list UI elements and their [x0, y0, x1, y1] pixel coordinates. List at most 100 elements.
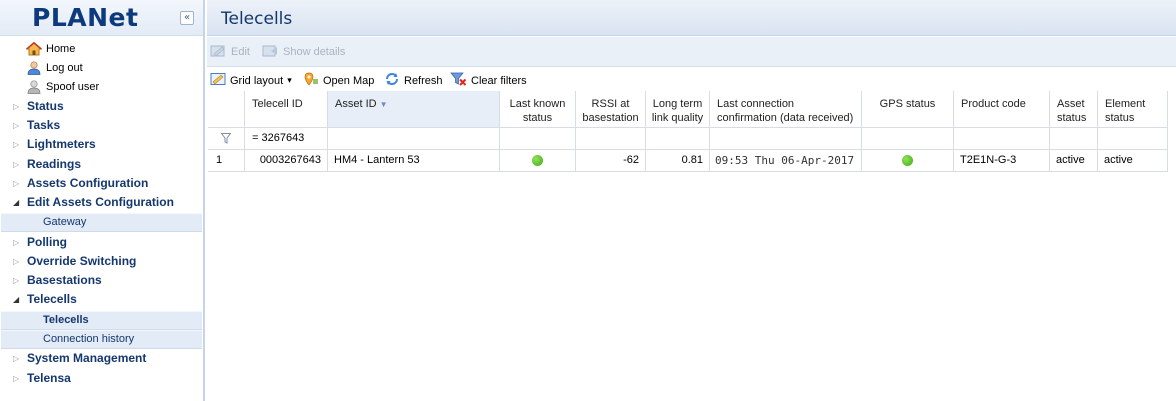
home-link-label: Home [46, 43, 76, 55]
nav-assets-configuration[interactable]: ▷ Assets Configuration [0, 174, 203, 193]
cell-asset-status: active [1050, 150, 1098, 172]
filter-telecell-id[interactable]: = 3267643 [245, 128, 328, 150]
nav-basestations-label: Basestations [27, 273, 102, 287]
cell-gps-status [862, 150, 954, 172]
filter-last-connection[interactable] [710, 128, 862, 150]
gps-ok-icon [902, 154, 913, 166]
nav-status-label: Status [27, 99, 64, 113]
filter-funnel-icon[interactable] [208, 128, 245, 150]
home-icon [25, 41, 43, 56]
nav-edit-assets-configuration[interactable]: ◢ Edit Assets Configuration [0, 193, 203, 212]
nav-basestations[interactable]: ▷ Basestations [0, 271, 203, 290]
refresh-icon [384, 72, 400, 89]
filter-last-known-status[interactable] [500, 128, 576, 150]
table-row[interactable]: 1 0003267643 HM4 - Lantern 53 -62 0.81 0… [208, 150, 1169, 172]
column-header-last-connection[interactable]: Last connection confirmation (data recei… [710, 91, 862, 128]
filter-link-quality[interactable] [646, 128, 710, 150]
cell-product-code: T2E1N-G-3 [954, 150, 1050, 172]
nav-polling[interactable]: ▷ Polling [0, 233, 203, 252]
edit-icon [210, 44, 227, 61]
open-map-button[interactable]: Open Map [303, 70, 374, 91]
spoof-user-link-label: Spoof user [46, 81, 100, 93]
user-icon [26, 61, 42, 75]
expand-arrow-icon: ▷ [13, 238, 20, 247]
column-header-gps-status[interactable]: GPS status [862, 91, 954, 128]
cell-link-quality: 0.81 [646, 150, 710, 172]
nav-sub-telecells[interactable]: Telecells [1, 311, 202, 330]
nav-readings[interactable]: ▷ Readings [0, 155, 203, 174]
cell-rssi: -62 [576, 150, 646, 172]
home-link[interactable]: Home [25, 41, 76, 57]
nav-tasks[interactable]: ▷ Tasks [0, 116, 203, 135]
nav-readings-label: Readings [27, 157, 82, 171]
sidebar: PLANet « Home Log out Spoof user ▷ Status… [0, 0, 205, 401]
filter-gps-status[interactable] [862, 128, 954, 150]
action-toolbar: Edit Show details [207, 37, 1176, 67]
nav-telensa[interactable]: ▷ Telensa [0, 369, 203, 388]
nav-sub-connection-history[interactable]: Connection history [1, 330, 202, 349]
grid-layout-button-label: Grid layout [230, 74, 284, 87]
column-header-element-status[interactable]: Element status [1098, 91, 1168, 128]
grid-toolbar: Grid layout ▾ Open Map Refresh Clear fil… [207, 70, 1176, 91]
sort-descending-icon: ▼ [379, 100, 388, 109]
column-header-last-known-status[interactable]: Last known status [500, 91, 576, 128]
cell-asset-id: HM4 - Lantern 53 [328, 150, 500, 172]
page-title: Telecells [221, 9, 293, 29]
status-ok-icon [532, 154, 543, 166]
nav-telensa-label: Telensa [27, 371, 71, 385]
nav-tasks-label: Tasks [27, 118, 61, 132]
sidebar-header: PLANet « [0, 0, 203, 36]
nav-system-management[interactable]: ▷ System Management [0, 349, 203, 368]
grid-layout-button[interactable]: Grid layout ▾ [210, 70, 292, 91]
nav-sub-gateway[interactable]: Gateway [1, 213, 202, 232]
cell-last-connection: 09:53 Thu 06-Apr-2017 [710, 150, 862, 172]
nav-assets-configuration-label: Assets Configuration [27, 176, 149, 190]
nav-telecells[interactable]: ◢ Telecells [0, 290, 203, 309]
clear-filters-icon [450, 72, 467, 89]
column-header-asset-id[interactable]: Asset ID ▼ [328, 91, 500, 128]
nav-override-switching[interactable]: ▷ Override Switching [0, 252, 203, 271]
column-header-link-quality[interactable]: Long term link quality [646, 91, 710, 128]
nav-lightmeters[interactable]: ▷ Lightmeters [0, 135, 203, 154]
expand-arrow-icon: ▷ [13, 354, 20, 363]
row-number: 1 [208, 150, 245, 172]
spoof-user-link[interactable]: Spoof user [26, 79, 99, 95]
show-details-button-label: Show details [283, 46, 346, 58]
grid-filter-row: = 3267643 [208, 128, 1169, 150]
nav-status[interactable]: ▷ Status [0, 97, 203, 116]
collapse-sidebar-button[interactable]: « [180, 11, 194, 25]
refresh-button[interactable]: Refresh [384, 70, 443, 91]
column-header-rssi[interactable]: RSSI at basestation [576, 91, 646, 128]
expand-arrow-icon: ▷ [13, 374, 20, 383]
expand-arrow-icon: ▷ [13, 160, 20, 169]
clear-filters-button[interactable]: Clear filters [450, 70, 527, 91]
filter-element-status[interactable] [1098, 128, 1168, 150]
nav-sub-connection-history-label: Connection history [43, 333, 135, 345]
filter-product-code[interactable] [954, 128, 1050, 150]
expand-arrow-icon: ▷ [13, 179, 20, 188]
log-out-link[interactable]: Log out [26, 60, 83, 76]
show-details-button[interactable]: Show details [262, 37, 345, 67]
column-header-product-code[interactable]: Product code [954, 91, 1050, 128]
open-map-button-label: Open Map [323, 74, 375, 87]
title-bar: Telecells [207, 0, 1176, 36]
refresh-button-label: Refresh [404, 74, 443, 87]
dropdown-arrow-icon: ▾ [287, 75, 292, 85]
nav-lightmeters-label: Lightmeters [27, 137, 96, 151]
filter-asset-status[interactable] [1050, 128, 1098, 150]
nav-override-switching-label: Override Switching [27, 254, 137, 268]
expand-arrow-icon: ▷ [13, 140, 20, 149]
column-header-telecell-id-label: Telecell ID [252, 98, 303, 110]
filter-asset-id[interactable] [328, 128, 500, 150]
column-header-asset-id-label: Asset ID [335, 98, 377, 110]
grid-layout-icon [210, 72, 226, 89]
edit-button[interactable]: Edit [210, 37, 250, 67]
expand-arrow-icon: ▷ [13, 257, 20, 266]
expand-arrow-icon: ▷ [13, 276, 20, 285]
filter-rssi[interactable] [576, 128, 646, 150]
collapse-arrow-icon: ◢ [13, 295, 20, 304]
column-header-asset-status[interactable]: Asset status [1050, 91, 1098, 128]
column-header-telecell-id[interactable]: Telecell ID [245, 91, 328, 128]
expand-arrow-icon: ▷ [13, 102, 20, 111]
edit-button-label: Edit [231, 46, 250, 58]
